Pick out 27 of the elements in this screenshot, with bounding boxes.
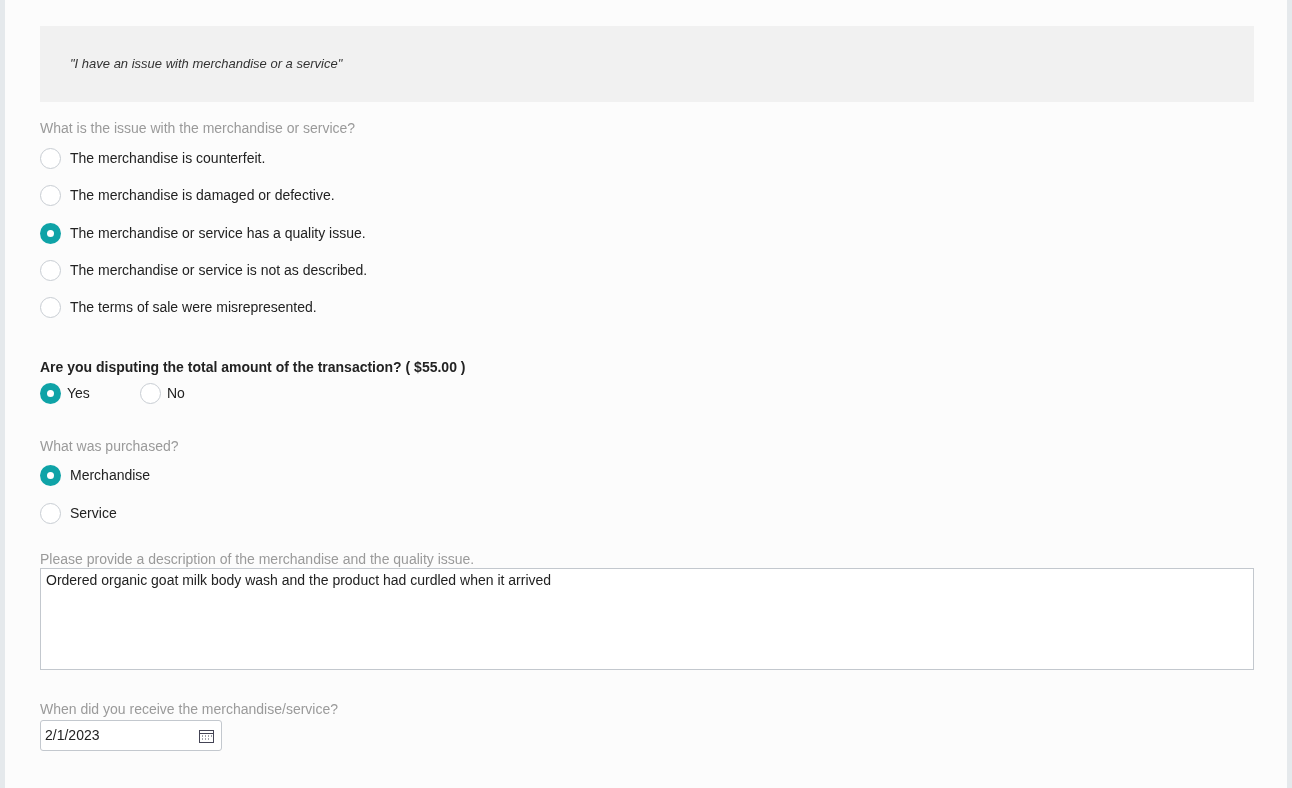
option-label: The merchandise is damaged or defective. <box>70 186 335 206</box>
radio-button[interactable] <box>40 222 61 244</box>
question-label: Are you disputing the total amount of the transaction? ( $55.00 ) <box>40 358 467 377</box>
radio-button[interactable] <box>40 503 61 524</box>
option-label: Yes <box>67 384 90 403</box>
radio-button[interactable] <box>40 185 61 207</box>
option-label: Service <box>70 504 117 523</box>
radio-button[interactable] <box>40 383 61 404</box>
radio-button[interactable] <box>40 260 61 282</box>
field-label: Please provide a description of the merchandise and the quality issue. <box>40 550 476 569</box>
question-label: What was purchased? <box>40 437 180 456</box>
option-label: The merchandise or service is not as described. <box>70 261 368 281</box>
option-label: The merchandise or service has a quality issue. <box>70 223 366 243</box>
option-label: Merchandise <box>70 466 151 485</box>
calendar-icon[interactable] <box>199 729 214 743</box>
description-field[interactable]: Ordered organic goat milk body wash and the product had curdled when it arrived <box>40 568 1254 671</box>
radio-button[interactable] <box>140 383 161 404</box>
radio-button[interactable] <box>40 465 61 486</box>
quote-text: "I have an issue with merchandise or a service" <box>70 55 343 74</box>
question-label: What is the issue with the merchandise or service? <box>40 119 357 137</box>
option-label: No <box>167 384 185 403</box>
field-label: When did you receive the merchandise/service? <box>40 700 340 719</box>
option-label: The terms of sale were misrepresented. <box>70 298 317 318</box>
radio-button[interactable] <box>40 148 61 170</box>
option-label: The merchandise is counterfeit. <box>70 149 266 169</box>
date-field[interactable]: 2/1/2023 <box>40 720 222 752</box>
radio-button[interactable] <box>40 297 61 319</box>
